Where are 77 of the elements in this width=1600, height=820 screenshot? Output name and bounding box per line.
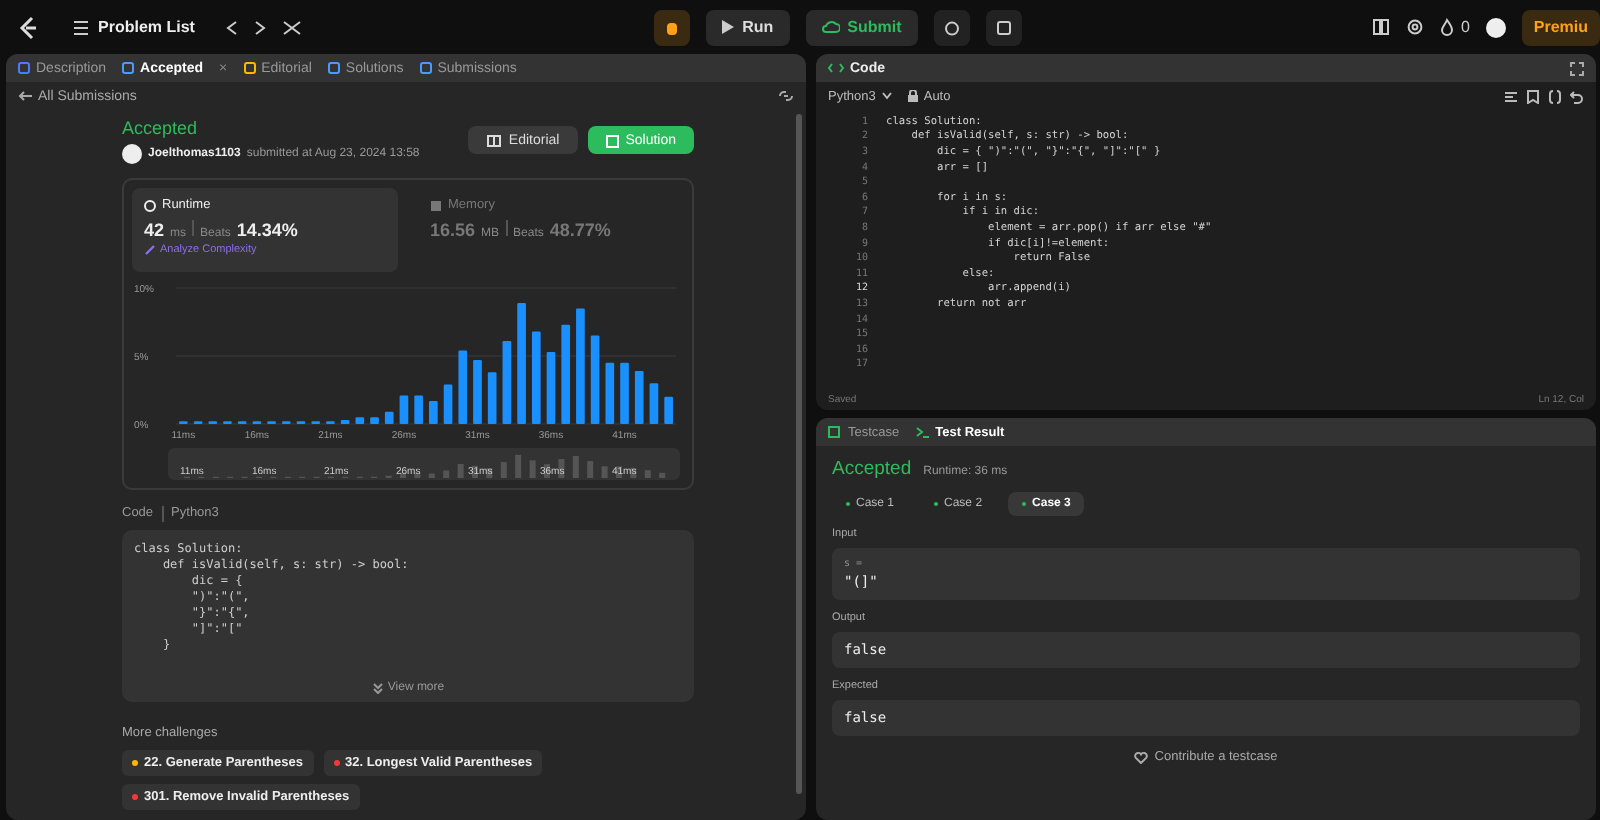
checkbox-icon [828,426,842,438]
histogram-bar [458,350,468,424]
edit-icon [605,133,620,147]
histogram-bar [502,341,512,424]
histogram-bar [473,360,482,424]
metric-value: 42 [144,220,165,240]
avatar-icon [122,144,142,164]
premium-button[interactable]: Premiu [1521,9,1600,45]
histogram-bar [605,362,615,424]
histogram-bar [355,417,365,424]
chevron-left-icon[interactable] [226,19,239,35]
problem-list-button[interactable]: Problem List [56,9,211,45]
wand-icon [144,244,156,256]
timer-button[interactable] [933,9,970,45]
histogram-bar [399,395,409,424]
histogram-bar [634,370,644,424]
alarm-clock-icon [943,19,960,35]
heart-icon [1134,751,1149,763]
shuffle-icon[interactable] [282,19,303,35]
histogram-bar [546,351,556,424]
undo-icon[interactable] [1570,89,1584,103]
chevron-right-icon[interactable] [254,19,267,35]
status-text: Accepted [832,458,912,480]
arrow-left-icon [18,90,32,102]
histogram-bar [664,396,673,424]
settings-icon[interactable] [1406,18,1425,36]
flame-icon[interactable] [1440,18,1455,36]
histogram-bar [429,400,438,424]
status-text: Accepted [122,118,200,138]
book-icon [486,133,503,147]
note-icon [995,19,1012,35]
layout-icon[interactable] [1372,18,1391,36]
histogram-bar [443,384,453,424]
tab-icon [243,62,256,74]
histogram-bar [384,411,394,424]
run-button[interactable]: Run [706,9,790,45]
tab-icon [327,62,340,74]
bookmark-icon[interactable] [1526,89,1540,103]
debug-button[interactable] [654,9,691,45]
chevron-down-icon[interactable] [881,92,892,100]
histogram-bar [649,383,659,424]
link-icon[interactable] [778,90,794,102]
histogram-bar [370,417,379,424]
histogram-bar [620,362,629,424]
histogram-bar [561,324,571,424]
note-button[interactable] [985,9,1022,45]
streak-count: 0 [1460,18,1470,36]
metric-value: 16.56 [430,220,476,240]
beats-percent: 14.34% [236,220,298,240]
histogram-bar [487,372,497,424]
histogram-bar [576,308,585,424]
cloud-upload-icon [821,20,840,34]
play-icon [722,20,735,34]
tab-icon [18,62,30,74]
histogram-bar [531,331,541,424]
tab-icon [122,62,135,74]
list-icon [72,19,90,35]
chevrons-down-icon [371,682,384,694]
lock-icon [907,90,918,102]
bug-icon [664,19,681,35]
tab-icon [419,62,432,74]
scrollbar[interactable] [796,114,802,794]
submit-button[interactable]: Submit [805,9,918,45]
clock-icon [144,199,156,211]
histogram-bar [414,395,423,424]
histogram-bar [590,335,600,424]
avatar-icon[interactable] [1485,17,1506,37]
maximize-icon[interactable] [1570,61,1584,75]
histogram-bar [517,302,526,424]
beats-percent: 48.77% [549,220,611,240]
chip-icon [430,199,442,211]
terminal-icon [915,426,930,438]
format-icon[interactable] [1504,89,1518,103]
code-icon [828,62,844,74]
histogram-bar [340,419,350,424]
logo-icon[interactable] [16,15,40,39]
braces-icon[interactable] [1548,89,1562,103]
